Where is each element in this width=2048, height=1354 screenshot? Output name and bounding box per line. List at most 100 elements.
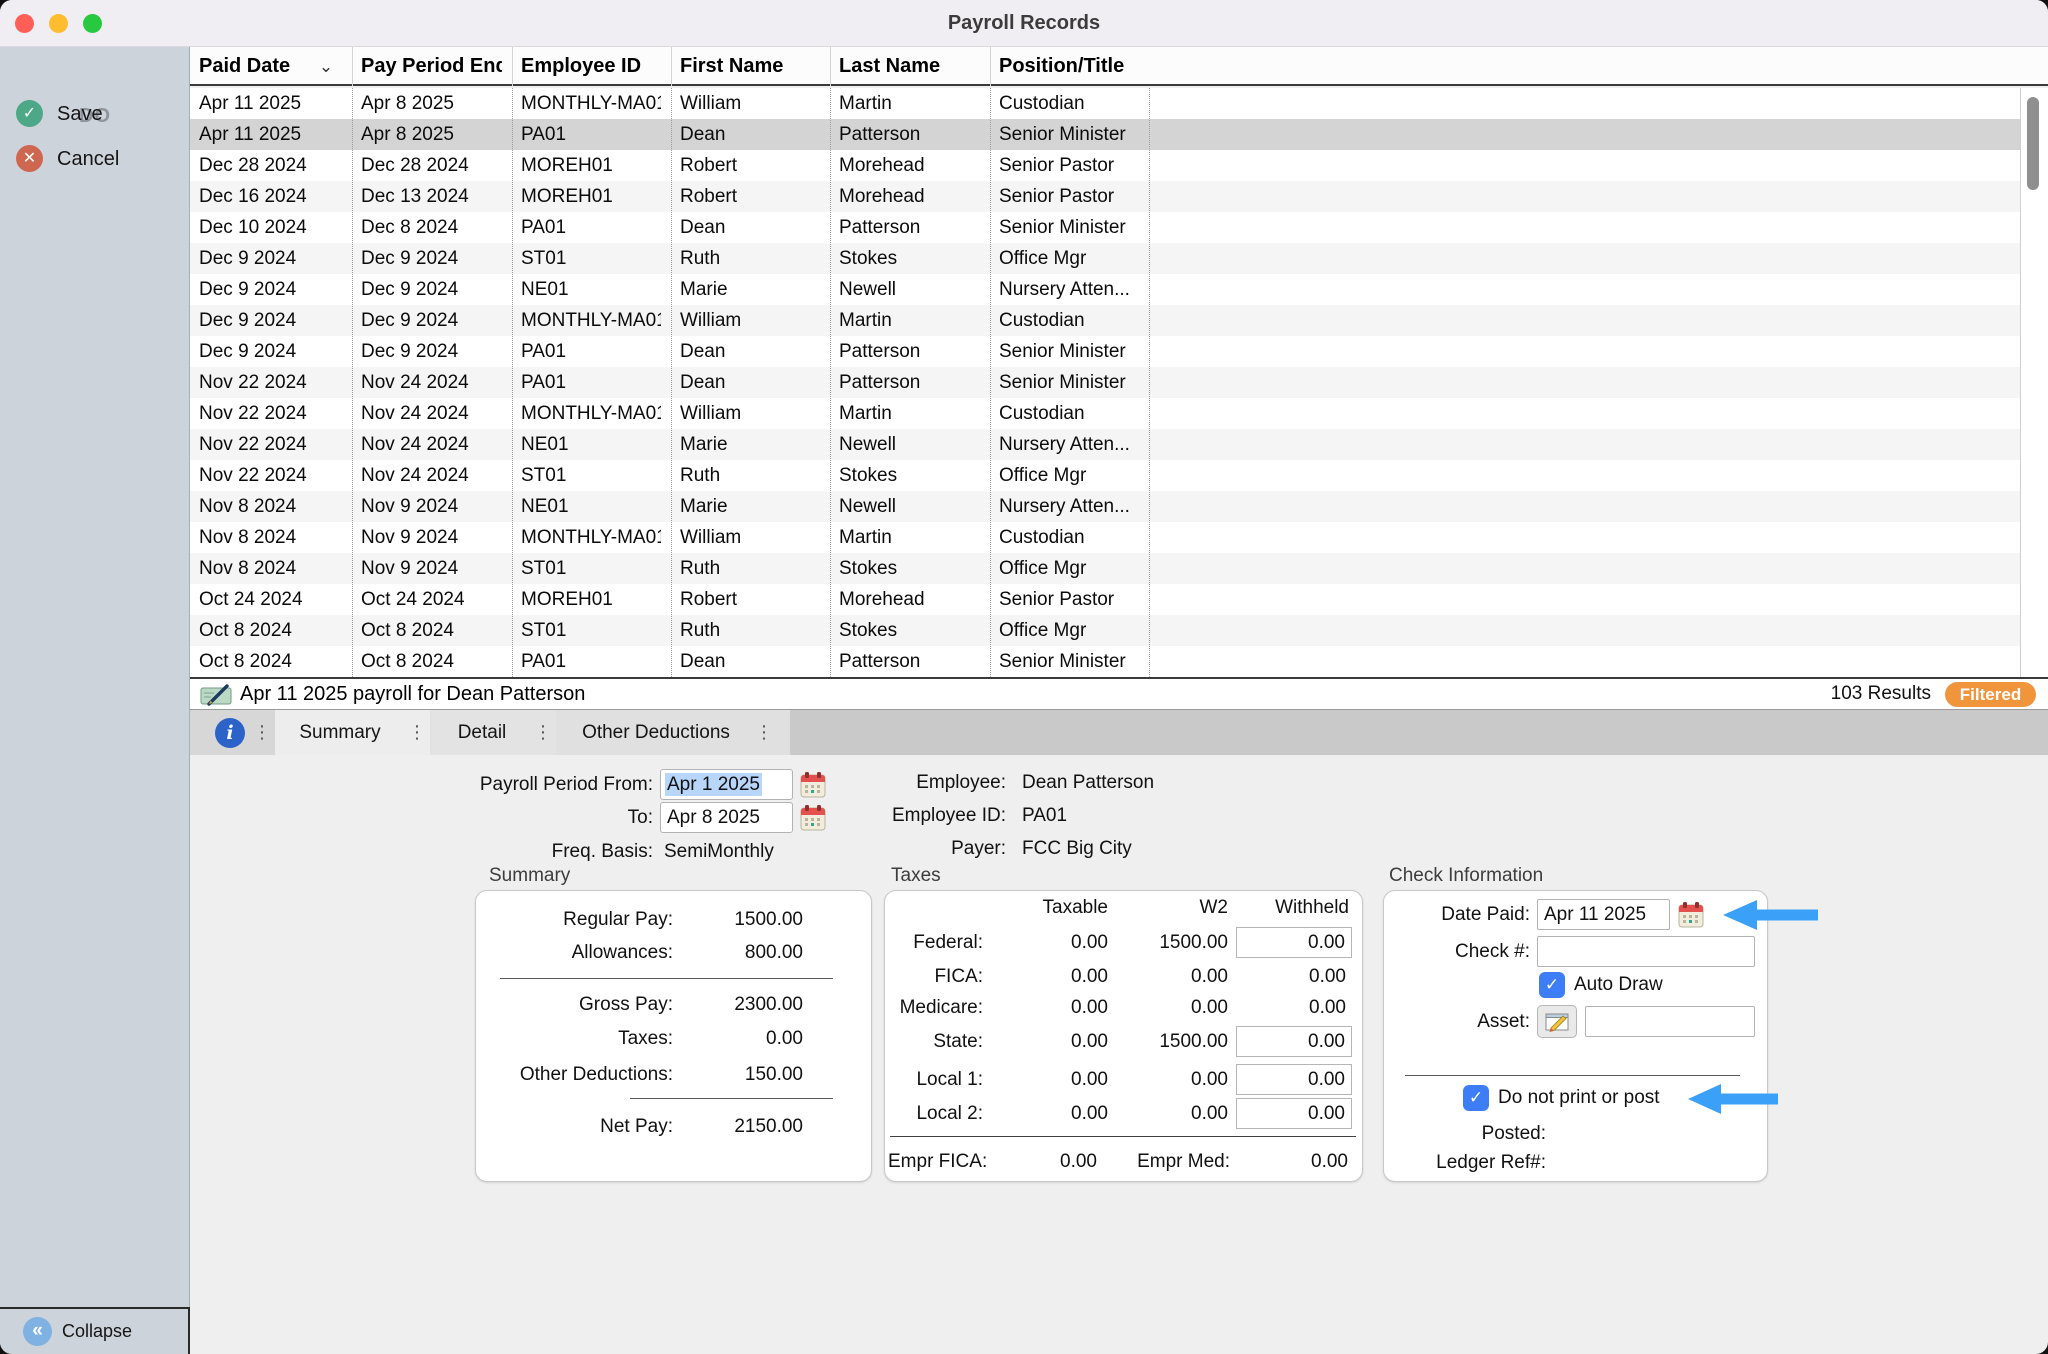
table-cell: William: [671, 305, 820, 336]
table-cell: Dec 9 2024: [190, 336, 342, 367]
table-cell: Senior Pastor: [990, 181, 1139, 212]
table-cell: Dec 28 2024: [352, 150, 502, 181]
table-cell: PA01: [512, 646, 661, 677]
table-cell: Morehead: [830, 150, 980, 181]
auto-draw-checkbox[interactable]: ✓: [1539, 972, 1565, 998]
table-row[interactable]: Nov 8 2024Nov 9 2024MONTHLY-MA01WilliamM…: [190, 522, 2020, 553]
selected-text: Apr 1 2025: [665, 773, 762, 796]
divider: [352, 47, 353, 86]
tax-withheld-input[interactable]: [1236, 1098, 1352, 1129]
table-row[interactable]: Dec 9 2024Dec 9 2024ST01RuthStokesOffice…: [190, 243, 2020, 274]
tab-drag-handle-icon[interactable]: ⋮: [534, 710, 552, 755]
table-row[interactable]: Nov 22 2024Nov 24 2024PA01DeanPattersonS…: [190, 367, 2020, 398]
window-titlebar: Payroll Records: [0, 0, 2048, 47]
table-cell: Martin: [830, 522, 980, 553]
tax-taxable-value: 0.00: [1008, 1027, 1108, 1057]
info-icon[interactable]: i: [215, 718, 245, 748]
table-row[interactable]: Apr 11 2025Apr 8 2025PA01DeanPattersonSe…: [190, 119, 2020, 150]
tab-drag-handle-icon[interactable]: ⋮: [253, 710, 271, 755]
tab-other-deductions[interactable]: Other Deductions ⋮: [556, 710, 790, 755]
filtered-badge: Filtered: [1945, 682, 2036, 707]
table-cell: Apr 8 2025: [352, 88, 502, 119]
column-header-paid-date[interactable]: Paid Date ⌄: [190, 47, 342, 86]
tab-drag-handle-icon[interactable]: ⋮: [755, 710, 773, 755]
table-row[interactable]: Dec 9 2024Dec 9 2024NE01MarieNewellNurse…: [190, 274, 2020, 305]
table-row[interactable]: Dec 10 2024Dec 8 2024PA01DeanPattersonSe…: [190, 212, 2020, 243]
tab-summary[interactable]: Summary ⋮: [275, 710, 430, 755]
column-header-last-name[interactable]: Last Name: [830, 47, 980, 86]
save-button[interactable]: ✓ Save: [0, 100, 190, 128]
tax-taxable-value: 0.00: [1008, 1065, 1108, 1095]
period-to-input[interactable]: [660, 802, 793, 833]
check-pen-icon: [200, 683, 234, 707]
divider: [990, 47, 991, 86]
taxable-column-header: Taxable: [1008, 893, 1108, 923]
table-cell: Nursery Atten...: [990, 429, 1139, 460]
table-cell: Senior Pastor: [990, 150, 1139, 181]
period-to-label: To:: [460, 802, 653, 833]
vertical-scrollbar-thumb[interactable]: [2027, 97, 2039, 190]
date-paid-input[interactable]: [1537, 899, 1670, 930]
check-number-value[interactable]: [1538, 937, 1754, 966]
table-cell: Nursery Atten...: [990, 491, 1139, 522]
table-row[interactable]: Oct 8 2024Oct 8 2024ST01RuthStokesOffice…: [190, 615, 2020, 646]
tax-withheld-value[interactable]: [1237, 1065, 1351, 1094]
table-row[interactable]: Dec 9 2024Dec 9 2024MONTHLY-MA01WilliamM…: [190, 305, 2020, 336]
calendar-icon[interactable]: [1678, 901, 1704, 928]
period-to-value[interactable]: [661, 803, 792, 832]
tax-withheld-input[interactable]: [1236, 1064, 1352, 1095]
table-cell: Stokes: [830, 553, 980, 584]
table-row[interactable]: Nov 22 2024Nov 24 2024NE01MarieNewellNur…: [190, 429, 2020, 460]
table-cell: Martin: [830, 88, 980, 119]
column-header-employee-id[interactable]: Employee ID: [512, 47, 661, 86]
tab-detail[interactable]: Detail ⋮: [430, 710, 556, 755]
table-cell: Marie: [671, 429, 820, 460]
table-row[interactable]: Nov 8 2024Nov 9 2024NE01MarieNewellNurse…: [190, 491, 2020, 522]
table-cell: Oct 8 2024: [352, 646, 502, 677]
table-cell: Senior Minister: [990, 119, 1139, 150]
table-row[interactable]: Dec 9 2024Dec 9 2024PA01DeanPattersonSen…: [190, 336, 2020, 367]
w2-column-header: W2: [1128, 893, 1228, 923]
divider: [830, 88, 831, 677]
asset-value[interactable]: [1586, 1007, 1754, 1036]
table-row[interactable]: Apr 11 2025Apr 8 2025MONTHLY-MA01William…: [190, 88, 2020, 119]
asset-picker-button[interactable]: [1537, 1005, 1577, 1038]
period-from-label: Payroll Period From:: [360, 769, 653, 800]
table-cell: Dean: [671, 119, 820, 150]
column-header-position-title[interactable]: Position/Title: [990, 47, 1139, 86]
table-row[interactable]: Oct 8 2024Oct 8 2024PA01DeanPattersonSen…: [190, 646, 2020, 677]
table-row[interactable]: Oct 24 2024Oct 24 2024MOREH01RobertMoreh…: [190, 584, 2020, 615]
table-row[interactable]: Nov 22 2024Nov 24 2024MONTHLY-MA01Willia…: [190, 398, 2020, 429]
table-cell: Senior Minister: [990, 367, 1139, 398]
table-cell: Dean: [671, 367, 820, 398]
table-cell: Dec 9 2024: [352, 243, 502, 274]
table-cell: Nov 9 2024: [352, 491, 502, 522]
do-not-print-checkbox[interactable]: ✓: [1463, 1085, 1489, 1111]
table-cell: Martin: [830, 305, 980, 336]
window-title: Payroll Records: [0, 0, 2048, 47]
table-cell: Office Mgr: [990, 553, 1139, 584]
asset-input[interactable]: [1585, 1006, 1755, 1037]
cancel-button[interactable]: ✕ Cancel: [0, 145, 190, 173]
table-row[interactable]: Nov 22 2024Nov 24 2024ST01RuthStokesOffi…: [190, 460, 2020, 491]
period-from-input[interactable]: Apr 1 2025: [660, 769, 793, 800]
record-status-bar: Apr 11 2025 payroll for Dean Patterson 1…: [190, 679, 2048, 710]
table-row[interactable]: Nov 8 2024Nov 9 2024ST01RuthStokesOffice…: [190, 553, 2020, 584]
do-not-print-label: Do not print or post: [1498, 1084, 1660, 1112]
table-row[interactable]: Dec 28 2024Dec 28 2024MOREH01RobertMoreh…: [190, 150, 2020, 181]
allowances-label: Allowances:: [480, 938, 673, 968]
column-header-pay-period-end[interactable]: Pay Period End: [352, 47, 502, 86]
tax-withheld-value[interactable]: [1237, 1099, 1351, 1128]
collapse-button[interactable]: « Collapse: [0, 1307, 190, 1354]
tax-w2-value: 0.00: [1128, 1065, 1228, 1095]
date-paid-value[interactable]: [1538, 900, 1669, 929]
table-cell: Morehead: [830, 181, 980, 212]
tab-drag-handle-icon[interactable]: ⋮: [408, 710, 426, 755]
table-cell: ST01: [512, 460, 661, 491]
table-cell: Nov 9 2024: [352, 553, 502, 584]
column-header-first-name[interactable]: First Name: [671, 47, 820, 86]
table-cell: Custodian: [990, 305, 1139, 336]
check-number-input[interactable]: [1537, 936, 1755, 967]
other-deductions-value: 150.00: [653, 1060, 803, 1090]
table-row[interactable]: Dec 16 2024Dec 13 2024MOREH01RobertMoreh…: [190, 181, 2020, 212]
